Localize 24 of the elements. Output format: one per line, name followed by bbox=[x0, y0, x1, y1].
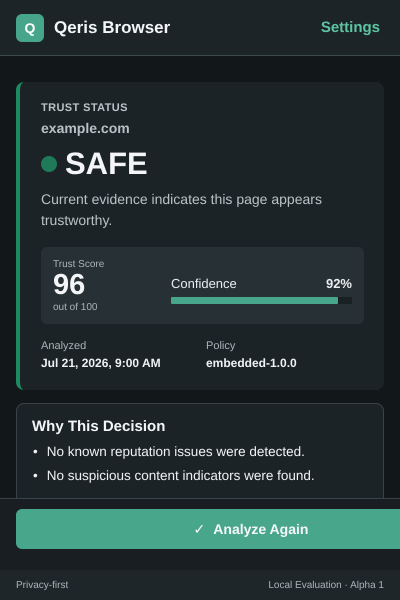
verdict-text: SAFE bbox=[65, 148, 148, 179]
check-icon: ✓ bbox=[194, 520, 206, 538]
confidence-label: Confidence bbox=[171, 276, 237, 291]
summary-text: Current evidence indicates this page appears trustworthy. bbox=[41, 190, 323, 230]
bullet-mark: • bbox=[33, 466, 38, 485]
score-label: Trust Score bbox=[53, 259, 106, 270]
reasons-title: Why This Decision bbox=[32, 418, 166, 435]
confidence-value: 92% bbox=[326, 276, 352, 291]
footer-text: Privacy-first bbox=[16, 580, 68, 590]
bullet-mark: • bbox=[33, 442, 38, 461]
reason-item: No known reputation issues were detected. bbox=[46, 442, 305, 461]
meta-label: Policy bbox=[206, 340, 236, 352]
footer-text: Local Evaluation · Alpha 1 bbox=[268, 580, 384, 590]
score-value: 96 bbox=[53, 270, 86, 302]
app-title: Qeris Browser bbox=[54, 18, 172, 38]
meta-label: Analyzed bbox=[41, 340, 88, 352]
meta-value: embedded-1.0.0 bbox=[206, 356, 298, 370]
domain-text: example.com bbox=[41, 120, 131, 136]
app-logo: Q bbox=[16, 14, 44, 42]
section-label: TRUST STATUS bbox=[41, 102, 129, 114]
meta-value: Jul 21, 2026, 9:00 AM bbox=[41, 356, 162, 370]
settings-link[interactable]: Settings bbox=[320, 19, 380, 36]
reason-item: No suspicious content indicators were found. bbox=[46, 466, 315, 485]
score-scale: out of 100 bbox=[53, 302, 98, 313]
